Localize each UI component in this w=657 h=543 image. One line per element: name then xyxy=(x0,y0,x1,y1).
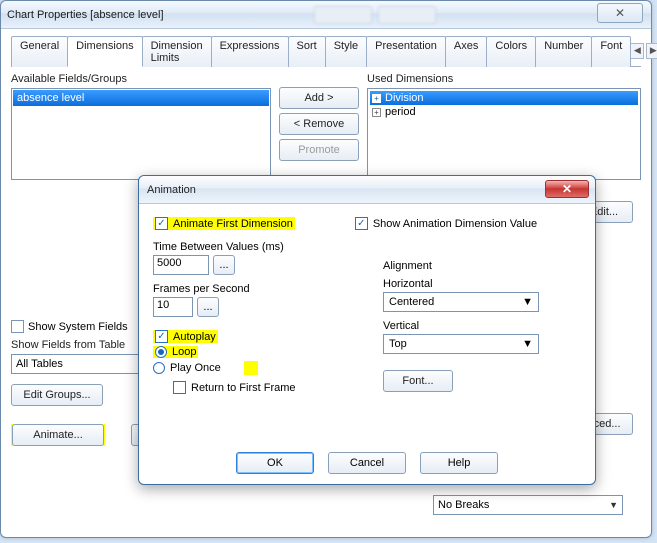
main-title: Chart Properties [absence level] xyxy=(7,9,164,21)
add-button[interactable]: Add > xyxy=(279,87,359,109)
tab-expressions[interactable]: Expressions xyxy=(211,36,289,67)
checkbox-icon xyxy=(11,320,24,333)
time-between-browse[interactable]: ... xyxy=(213,255,235,275)
play-once-label: Play Once xyxy=(170,362,221,374)
tab-axes[interactable]: Axes xyxy=(445,36,487,67)
alignment-label: Alignment xyxy=(383,260,573,272)
used-dim-period[interactable]: + period xyxy=(370,105,638,119)
time-between-label: Time Between Values (ms) xyxy=(153,241,581,253)
combo-value: Centered xyxy=(389,296,434,308)
chevron-down-icon: ▼ xyxy=(609,500,618,510)
tab-style[interactable]: Style xyxy=(325,36,367,67)
animate-button[interactable]: Animate... xyxy=(12,424,104,446)
combo-value: Top xyxy=(389,338,407,350)
tab-scroll-right[interactable]: ▶ xyxy=(646,43,657,59)
main-close-button[interactable]: ✕ xyxy=(597,3,643,23)
expand-icon[interactable]: + xyxy=(372,108,381,117)
loop-label: Loop xyxy=(172,346,196,358)
checkbox-icon xyxy=(155,330,168,343)
horizontal-combo[interactable]: Centered ▼ xyxy=(383,292,539,312)
close-icon: ✕ xyxy=(562,182,572,196)
radio-icon xyxy=(155,346,167,358)
chevron-down-icon: ▼ xyxy=(522,296,533,308)
show-system-fields-label: Show System Fields xyxy=(28,321,128,333)
used-dim-label: period xyxy=(385,106,416,118)
return-first-label: Return to First Frame xyxy=(191,382,296,394)
animate-first-label: Animate First Dimension xyxy=(173,218,293,230)
time-between-input[interactable]: 5000 xyxy=(153,255,209,275)
checkbox-icon xyxy=(173,381,186,394)
loop-radio[interactable]: Loop xyxy=(153,346,198,358)
blurred-toolbar xyxy=(314,6,436,24)
used-dimensions-list[interactable]: + Division + period xyxy=(367,88,641,180)
tab-general[interactable]: General xyxy=(11,36,68,67)
font-button[interactable]: Font... xyxy=(383,370,453,392)
main-titlebar: Chart Properties [absence level] ✕ xyxy=(1,1,651,29)
tab-dimension-limits[interactable]: Dimension Limits xyxy=(142,36,212,67)
tab-strip: General Dimensions Dimension Limits Expr… xyxy=(11,35,641,67)
checkbox-icon xyxy=(155,217,168,230)
tab-dimensions[interactable]: Dimensions xyxy=(67,36,142,67)
tab-number[interactable]: Number xyxy=(535,36,592,67)
combo-value: All Tables xyxy=(16,358,63,370)
show-dim-value-check[interactable]: Show Animation Dimension Value xyxy=(355,217,537,230)
modal-title: Animation xyxy=(147,184,196,196)
available-fields-list[interactable]: absence level xyxy=(11,88,271,180)
modal-titlebar: Animation ✕ xyxy=(139,176,595,204)
used-dim-division[interactable]: + Division xyxy=(370,91,638,105)
autoplay-label: Autoplay xyxy=(173,331,216,343)
vertical-label: Vertical xyxy=(383,320,573,332)
tab-sort[interactable]: Sort xyxy=(288,36,326,67)
checkbox-icon xyxy=(355,217,368,230)
expand-icon[interactable]: + xyxy=(372,94,381,103)
page-breaks-combo[interactable]: No Breaks ▼ xyxy=(433,495,623,515)
edit-groups-button[interactable]: Edit Groups... xyxy=(11,384,103,406)
autoplay-check[interactable]: Autoplay xyxy=(153,330,218,343)
horizontal-label: Horizontal xyxy=(383,278,573,290)
chevron-down-icon: ▼ xyxy=(522,338,533,350)
ok-button[interactable]: OK xyxy=(236,452,314,474)
available-fields-label: Available Fields/Groups xyxy=(11,73,271,85)
tab-scroll-left[interactable]: ◀ xyxy=(630,43,644,59)
used-dim-label: Division xyxy=(385,92,424,104)
cancel-button[interactable]: Cancel xyxy=(328,452,406,474)
help-button[interactable]: Help xyxy=(420,452,498,474)
animate-first-check[interactable]: Animate First Dimension xyxy=(153,217,295,230)
close-icon: ✕ xyxy=(615,6,625,20)
remove-button[interactable]: < Remove xyxy=(279,113,359,135)
radio-icon xyxy=(153,362,165,374)
animation-dialog: Animation ✕ Animate First Dimension Show… xyxy=(138,175,596,485)
available-field-item[interactable]: absence level xyxy=(13,90,269,106)
tab-colors[interactable]: Colors xyxy=(486,36,536,67)
fps-browse[interactable]: ... xyxy=(197,297,219,317)
tab-font[interactable]: Font xyxy=(591,36,631,67)
vertical-combo[interactable]: Top ▼ xyxy=(383,334,539,354)
modal-close-button[interactable]: ✕ xyxy=(545,180,589,198)
fps-input[interactable]: 10 xyxy=(153,297,193,317)
used-dimensions-label: Used Dimensions xyxy=(367,73,641,85)
combo-value: No Breaks xyxy=(438,499,489,511)
tab-presentation[interactable]: Presentation xyxy=(366,36,446,67)
promote-button[interactable]: Promote xyxy=(279,139,359,161)
show-dim-value-label: Show Animation Dimension Value xyxy=(373,218,537,230)
